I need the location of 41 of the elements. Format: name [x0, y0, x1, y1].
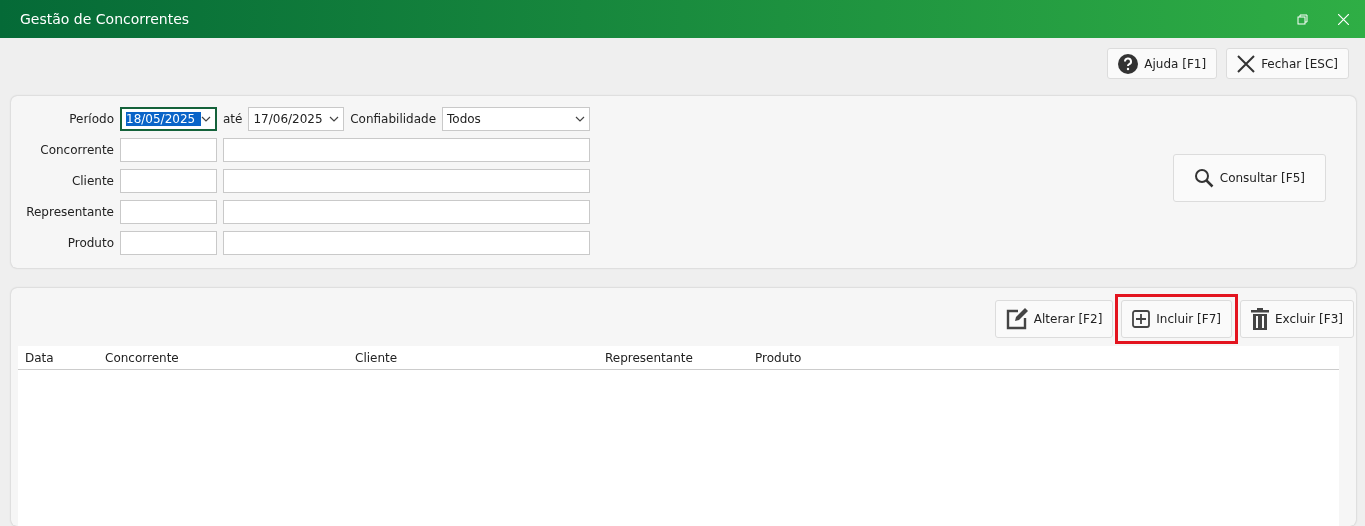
- field-label: Produto: [66, 236, 114, 250]
- delete-button[interactable]: Excluir [F3]: [1240, 300, 1354, 338]
- code-field[interactable]: [120, 138, 217, 162]
- edit-button[interactable]: Alterar [F2]: [994, 300, 1114, 338]
- search-button[interactable]: Consultar [F5]: [1172, 153, 1326, 202]
- column-header[interactable]: Produto: [748, 350, 1339, 365]
- close-icon[interactable]: [1338, 13, 1349, 25]
- column-header[interactable]: Data: [18, 350, 98, 365]
- date-field[interactable]: 17/06/2025: [248, 107, 345, 131]
- window-title: Gestão de Concorrentes: [20, 11, 191, 27]
- name-field[interactable]: [223, 169, 590, 193]
- code-field[interactable]: [120, 231, 217, 255]
- name-field[interactable]: [223, 138, 590, 162]
- field-label: Concorrente: [39, 143, 114, 157]
- close-icon: [1237, 54, 1256, 73]
- field-label: Período: [68, 112, 114, 126]
- restore-icon[interactable]: [1297, 13, 1308, 25]
- field-label: Cliente: [70, 174, 114, 188]
- add-button[interactable]: Incluir [F7]: [1121, 300, 1232, 338]
- date-field[interactable]: 18/05/2025: [120, 107, 217, 131]
- field-label: até: [223, 112, 243, 126]
- column-header[interactable]: Concorrente: [98, 350, 348, 365]
- plus-square-icon: [1132, 310, 1151, 328]
- edit-icon: [1005, 308, 1028, 330]
- field-label: Representante: [25, 205, 114, 219]
- help-button[interactable]: Ajuda [F1]: [1107, 48, 1218, 79]
- trash-icon: [1251, 308, 1269, 330]
- chevron-down-icon: [329, 116, 340, 122]
- select-field[interactable]: Todos: [442, 107, 590, 131]
- chevron-down-icon: [201, 116, 211, 122]
- column-header[interactable]: Representante: [598, 350, 748, 365]
- help-icon: [1118, 53, 1139, 74]
- search-icon: [1193, 167, 1214, 188]
- chevron-down-icon: [575, 116, 585, 122]
- code-field[interactable]: [120, 200, 217, 224]
- column-header[interactable]: Cliente: [348, 350, 598, 365]
- name-field[interactable]: [223, 200, 590, 224]
- field-label: Confiabilidade: [350, 112, 437, 126]
- name-field[interactable]: [223, 231, 590, 255]
- close-button[interactable]: Fechar [ESC]: [1226, 48, 1349, 79]
- code-field[interactable]: [120, 169, 217, 193]
